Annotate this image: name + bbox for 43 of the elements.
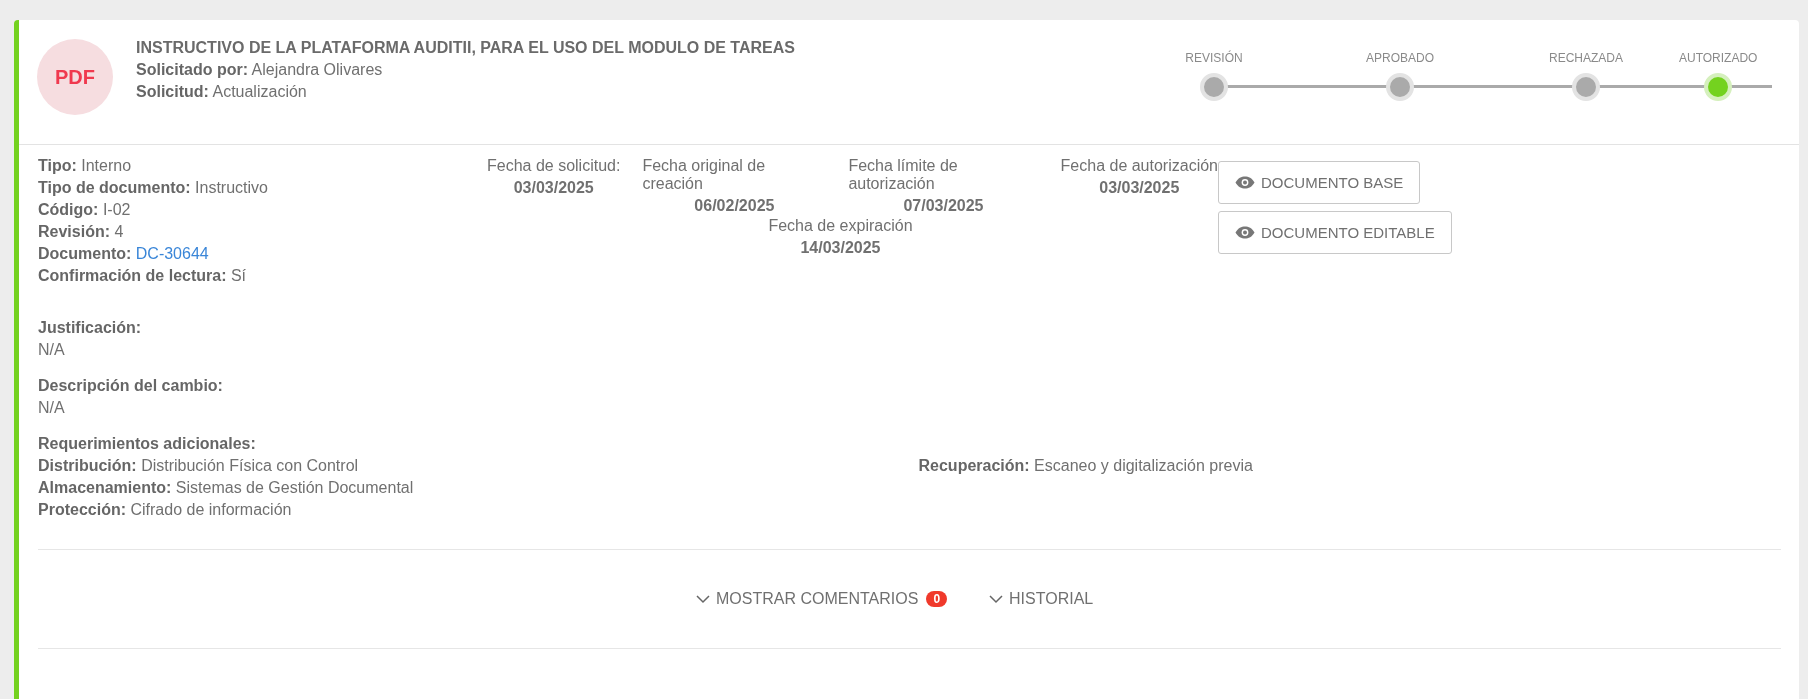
date-label: Fecha de solicitud: <box>487 157 621 175</box>
date-value: 03/03/2025 <box>1099 179 1180 197</box>
step-label: RECHAZADA <box>1549 51 1623 65</box>
field-text: Solicitud: Actualización <box>136 83 308 101</box>
date-label: Fecha límite de autorización <box>848 157 959 193</box>
document-link[interactable]: DC-30644 <box>135 245 209 262</box>
chevron-down-icon <box>696 594 710 604</box>
document-title: INSTRUCTIVO DE LA PLATAFORMA AUDITII, PARA EL USO DEL MODULO DE TAREAS <box>136 39 796 57</box>
field-text: Protección: Cifrado de información <box>38 501 293 519</box>
step-label: REVISIÓN <box>1185 51 1243 65</box>
field-text: Recuperación: Escaneo y digitalización previa <box>918 457 1254 475</box>
view-document-button[interactable]: DOCUMENTO BASE <box>1218 161 1421 204</box>
field-text: Código: I-02 <box>38 201 132 219</box>
chevron-down-icon <box>989 594 1004 604</box>
pdf-icon: PDF <box>37 39 113 115</box>
date-value: 03/03/2025 <box>513 179 594 197</box>
section-label: Descripción del cambio: <box>38 377 224 395</box>
comment-count-badge: 0 <box>926 591 948 607</box>
field-text: Documento: DC-30644 <box>38 245 210 263</box>
field-text: Confirmación de lectura: Sí <box>38 267 248 285</box>
date-label: Fecha de expiración <box>768 217 913 235</box>
date-value: 14/03/2025 <box>800 239 881 257</box>
date-label: Fecha original de creación <box>642 157 767 193</box>
section-value: N/A <box>38 399 66 417</box>
section-value: N/A <box>38 341 66 359</box>
section-label: Justificación: <box>38 319 143 337</box>
date-value: 07/03/2025 <box>903 197 984 215</box>
field-text: Tipo de documento: Instructivo <box>38 179 269 197</box>
history-button[interactable]: HISTORIAL <box>989 590 1094 608</box>
field-text: Solicitado por: Alejandra Olivares <box>136 61 384 79</box>
step-label: APROBADO <box>1366 51 1434 65</box>
show-comments-button[interactable]: MOSTRAR COMENTARIOS 0 <box>696 590 948 608</box>
section-label: Requerimientos adicionales: <box>38 435 257 453</box>
date-label: Fecha de autorización <box>1060 157 1218 175</box>
field-text: Distribución: Distribución Física con Control <box>38 457 360 475</box>
view-document-button[interactable]: DOCUMENTO EDITABLE <box>1218 211 1452 254</box>
field-text: Revisión: 4 <box>38 223 125 241</box>
field-text: Almacenamiento: Sistemas de Gestión Documental <box>38 479 415 497</box>
field-text: Tipo: Interno <box>38 157 133 175</box>
date-value: 06/02/2025 <box>694 197 775 215</box>
eye-icon <box>1235 176 1255 189</box>
step-label: AUTORIZADO <box>1679 51 1758 65</box>
eye-icon <box>1235 226 1255 239</box>
